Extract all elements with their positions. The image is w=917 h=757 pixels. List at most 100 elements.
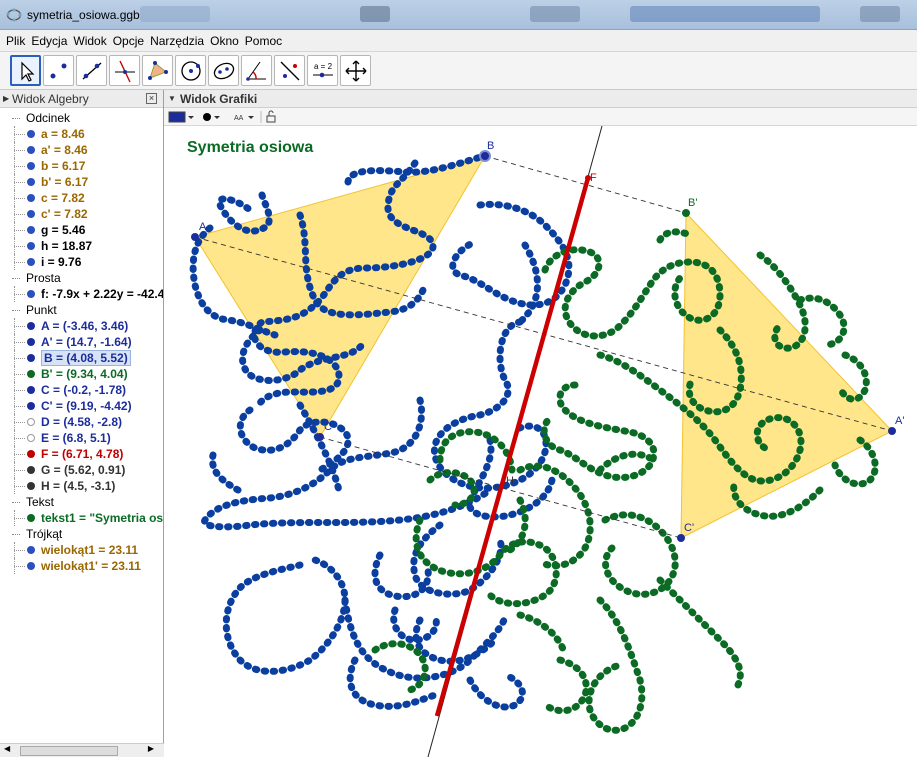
visibility-toggle-icon[interactable] — [27, 130, 35, 138]
algebra-object-row[interactable]: c' = 7.82 — [0, 206, 163, 222]
algebra-category[interactable]: Prosta — [0, 270, 163, 286]
algebra-category[interactable]: Trójkąt — [0, 526, 163, 542]
menu-edycja[interactable]: Edycja — [31, 34, 67, 48]
algebra-object-row[interactable]: c = 7.82 — [0, 190, 163, 206]
visibility-toggle-icon[interactable] — [27, 514, 35, 522]
triangle-abc-prime[interactable] — [680, 211, 893, 539]
conic-tool-button[interactable] — [208, 55, 239, 86]
dropdown-arrow-icon[interactable] — [248, 116, 254, 119]
algebra-object-row[interactable]: tekst1 = "Symetria osiowa" — [0, 510, 163, 526]
color-picker-icon[interactable] — [168, 111, 186, 123]
move-tool-button[interactable] — [10, 55, 41, 86]
scroll-right-icon[interactable]: ▶ — [148, 744, 154, 753]
visibility-toggle-icon[interactable] — [27, 210, 35, 218]
visibility-toggle-icon[interactable] — [27, 290, 35, 298]
graphics-text-symetria[interactable]: Symetria osiowa — [187, 139, 313, 157]
line-tool-button[interactable] — [76, 55, 107, 86]
dropdown-arrow-icon[interactable] — [214, 116, 220, 119]
algebra-object-row[interactable]: C' = (9.19, -4.42) — [0, 398, 163, 414]
menu-widok[interactable]: Widok — [73, 34, 106, 48]
visibility-toggle-icon[interactable] — [27, 354, 35, 362]
visibility-toggle-icon[interactable] — [27, 242, 35, 250]
visibility-toggle-icon[interactable] — [27, 370, 35, 378]
point-b-prime[interactable] — [682, 209, 690, 217]
circle-tool-button[interactable] — [175, 55, 206, 86]
algebra-object-row[interactable]: A = (-3.46, 3.46) — [0, 318, 163, 334]
visibility-toggle-icon[interactable] — [27, 146, 35, 154]
horizontal-scrollbar[interactable]: ◀ ▶ — [0, 743, 164, 757]
algebra-object-row[interactable]: H = (4.5, -3.1) — [0, 478, 163, 494]
algebra-category[interactable]: Tekst — [0, 494, 163, 510]
slider-icon: a = 2 — [313, 62, 333, 78]
algebra-object-row[interactable]: wielokąt1 = 23.11 — [0, 542, 163, 558]
algebra-category[interactable]: Punkt — [0, 302, 163, 318]
triangle-abc[interactable] — [194, 155, 487, 438]
visibility-toggle-icon[interactable] — [27, 402, 35, 410]
algebra-object-row[interactable]: A' = (14.7, -1.64) — [0, 334, 163, 350]
scroll-left-icon[interactable]: ◀ — [4, 744, 10, 753]
visibility-toggle-icon[interactable] — [27, 562, 35, 570]
algebra-category[interactable]: Odcinek — [0, 110, 163, 126]
visibility-toggle-icon[interactable] — [27, 178, 35, 186]
point-a-prime[interactable] — [888, 427, 896, 435]
lock-icon[interactable] — [266, 115, 276, 123]
visibility-toggle-icon[interactable] — [27, 162, 35, 170]
algebra-object-row[interactable]: h = 18.87 — [0, 238, 163, 254]
visibility-toggle-icon[interactable] — [27, 466, 35, 474]
polygon-tool-button[interactable] — [142, 55, 173, 86]
menu-plik[interactable]: Plik — [6, 34, 25, 48]
menu-opcje[interactable]: Opcje — [113, 34, 144, 48]
menu-narzedzia[interactable]: Narzędzia — [150, 34, 204, 48]
visibility-toggle-icon[interactable] — [27, 338, 35, 346]
algebra-object-row[interactable]: D = (4.58, -2.8) — [0, 414, 163, 430]
green-curve[interactable] — [371, 228, 879, 734]
move-view-tool-button[interactable] — [340, 55, 371, 86]
point-tool-button[interactable] — [43, 55, 74, 86]
algebra-object-row[interactable]: B' = (9.34, 4.04) — [0, 366, 163, 382]
point-style-icon[interactable] — [203, 113, 211, 121]
visibility-toggle-icon[interactable] — [27, 450, 35, 458]
visibility-toggle-icon[interactable] — [27, 546, 35, 554]
close-icon[interactable]: × — [146, 93, 157, 104]
visibility-toggle-icon[interactable] — [27, 418, 35, 426]
graphics-canvas[interactable]: A B C B' A' C' F H — [164, 126, 917, 757]
dropdown-arrow-icon[interactable] — [188, 116, 194, 119]
algebra-object-row[interactable]: i = 9.76 — [0, 254, 163, 270]
algebra-object-row[interactable]: F = (6.71, 4.78) — [0, 446, 163, 462]
menu-okno[interactable]: Okno — [210, 34, 239, 48]
algebra-object-row[interactable]: b' = 6.17 — [0, 174, 163, 190]
visibility-toggle-icon[interactable] — [27, 386, 35, 394]
algebra-object-row[interactable]: G = (5.62, 0.91) — [0, 462, 163, 478]
collapse-triangle-icon[interactable]: ▼ — [168, 90, 176, 108]
algebra-object-row[interactable]: B = (4.08, 5.52) — [0, 350, 163, 366]
label-style-icon[interactable]: AA — [234, 115, 244, 122]
point-c[interactable] — [316, 433, 324, 441]
perpendicular-tool-button[interactable] — [109, 55, 140, 86]
point-a[interactable] — [191, 233, 199, 241]
point-c-prime[interactable] — [677, 534, 685, 542]
visibility-toggle-icon[interactable] — [27, 194, 35, 202]
visibility-toggle-icon[interactable] — [27, 226, 35, 234]
algebra-object-row[interactable]: f: -7.9x + 2.22y = -42.4 — [0, 286, 163, 302]
point-b[interactable] — [479, 150, 491, 162]
visibility-toggle-icon[interactable] — [27, 258, 35, 266]
algebra-object-row[interactable]: a' = 8.46 — [0, 142, 163, 158]
algebra-object-row[interactable]: wielokąt1' = 23.11 — [0, 558, 163, 574]
reflect-tool-button[interactable] — [274, 55, 305, 86]
visibility-toggle-icon[interactable] — [27, 482, 35, 490]
scrollbar-thumb[interactable] — [20, 746, 118, 756]
algebra-object-text: a = 8.46 — [41, 127, 85, 141]
algebra-object-row[interactable]: b = 6.17 — [0, 158, 163, 174]
algebra-object-row[interactable]: a = 8.46 — [0, 126, 163, 142]
menu-pomoc[interactable]: Pomoc — [245, 34, 282, 48]
angle-tool-button[interactable] — [241, 55, 272, 86]
slider-tool-button[interactable]: a = 2 — [307, 55, 338, 86]
algebra-object-row[interactable]: C = (-0.2, -1.78) — [0, 382, 163, 398]
tree-connector — [14, 454, 25, 455]
collapse-triangle-icon[interactable]: ▶ — [3, 90, 9, 108]
visibility-toggle-icon[interactable] — [27, 434, 35, 442]
mirror-axis-segment[interactable] — [434, 177, 591, 717]
algebra-object-row[interactable]: E = (6.8, 5.1) — [0, 430, 163, 446]
algebra-object-row[interactable]: g = 5.46 — [0, 222, 163, 238]
visibility-toggle-icon[interactable] — [27, 322, 35, 330]
